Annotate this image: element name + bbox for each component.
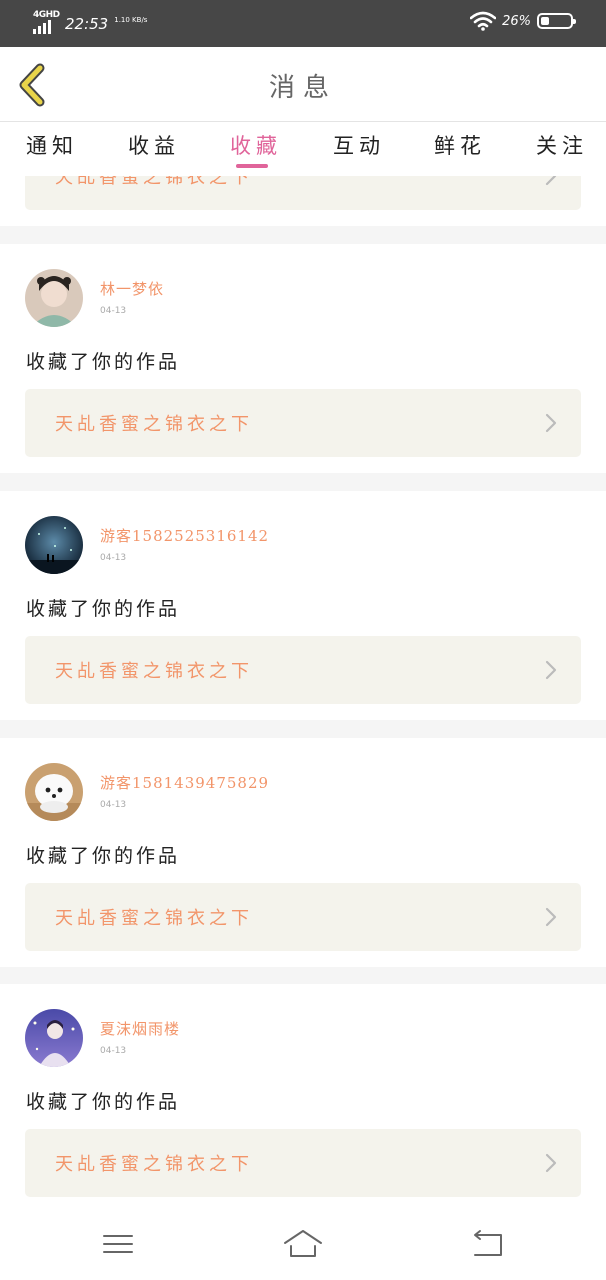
work-link[interactable]: 天乩香蜜之锦衣之下 — [25, 883, 581, 951]
tab-favorites[interactable]: 收藏 — [230, 130, 282, 160]
message-date: 04-13 — [100, 553, 127, 563]
status-bar: 4GHD 22:53 1.10 KB/s 26% — [0, 0, 606, 47]
user-name[interactable]: 林一梦依 — [100, 278, 164, 299]
avatar[interactable] — [25, 516, 83, 574]
work-title: 天乩香蜜之锦衣之下 — [55, 176, 253, 188]
tab-earnings[interactable]: 收益 — [128, 130, 180, 160]
system-nav-bar — [0, 1210, 606, 1280]
avatar[interactable] — [25, 763, 83, 821]
list-item: 天乩香蜜之锦衣之下 — [0, 176, 606, 226]
battery-percent: 26% — [502, 13, 531, 29]
message-text: 收藏了你的作品 — [26, 598, 181, 620]
page-header: 消息 — [0, 47, 606, 122]
message-text: 收藏了你的作品 — [26, 351, 181, 373]
list-item: 林一梦依 04-13 收藏了你的作品 天乩香蜜之锦衣之下 — [0, 244, 606, 473]
work-title: 天乩香蜜之锦衣之下 — [55, 661, 253, 682]
home-icon[interactable] — [283, 1226, 323, 1262]
tab-following[interactable]: 关注 — [536, 130, 588, 160]
tab-active-indicator — [236, 164, 268, 168]
message-list[interactable]: 天乩香蜜之锦衣之下 林一梦依 04-13 收藏了你的作品 天乩香蜜之锦衣之下 游… — [0, 176, 606, 1210]
network-type: 4GHD — [33, 10, 60, 20]
chevron-right-icon — [545, 907, 557, 927]
tab-notice[interactable]: 通知 — [26, 130, 78, 160]
user-name[interactable]: 游客1581439475829 — [100, 772, 269, 793]
list-item: 游客1582525316142 04-13 收藏了你的作品 天乩香蜜之锦衣之下 — [0, 491, 606, 720]
network-speed: 1.10 KB/s — [114, 16, 148, 24]
battery-icon — [537, 13, 576, 29]
wifi-icon — [470, 11, 497, 31]
user-name[interactable]: 游客1582525316142 — [100, 525, 269, 546]
status-time: 22:53 — [65, 15, 109, 33]
message-date: 04-13 — [100, 1046, 127, 1056]
message-text: 收藏了你的作品 — [26, 1091, 181, 1113]
message-date: 04-13 — [100, 306, 127, 316]
chevron-right-icon — [545, 1153, 557, 1173]
work-title: 天乩香蜜之锦衣之下 — [55, 908, 253, 929]
page-title: 消息 — [268, 73, 337, 103]
tab-bar: 通知 收益 收藏 互动 鲜花 关注 — [0, 122, 606, 176]
back-icon[interactable] — [467, 1226, 507, 1262]
message-date: 04-13 — [100, 800, 127, 810]
work-link[interactable]: 天乩香蜜之锦衣之下 — [25, 176, 581, 210]
list-item: 夏沫烟雨楼 04-13 收藏了你的作品 天乩香蜜之锦衣之下 — [0, 984, 606, 1210]
user-name[interactable]: 夏沫烟雨楼 — [100, 1018, 180, 1039]
avatar[interactable] — [25, 1009, 83, 1067]
avatar[interactable] — [25, 269, 83, 327]
message-text: 收藏了你的作品 — [26, 845, 181, 867]
work-link[interactable]: 天乩香蜜之锦衣之下 — [25, 389, 581, 457]
chevron-right-icon — [545, 660, 557, 680]
menu-icon[interactable] — [98, 1226, 138, 1262]
signal-icon: 4GHD — [33, 10, 60, 34]
work-link[interactable]: 天乩香蜜之锦衣之下 — [25, 1129, 581, 1197]
work-title: 天乩香蜜之锦衣之下 — [55, 1154, 253, 1175]
chevron-right-icon — [545, 413, 557, 433]
work-link[interactable]: 天乩香蜜之锦衣之下 — [25, 636, 581, 704]
work-title: 天乩香蜜之锦衣之下 — [55, 414, 253, 435]
tab-interaction[interactable]: 互动 — [333, 130, 385, 160]
chevron-right-icon — [545, 176, 557, 186]
tab-flowers[interactable]: 鲜花 — [434, 130, 486, 160]
list-item: 游客1581439475829 04-13 收藏了你的作品 天乩香蜜之锦衣之下 — [0, 738, 606, 967]
